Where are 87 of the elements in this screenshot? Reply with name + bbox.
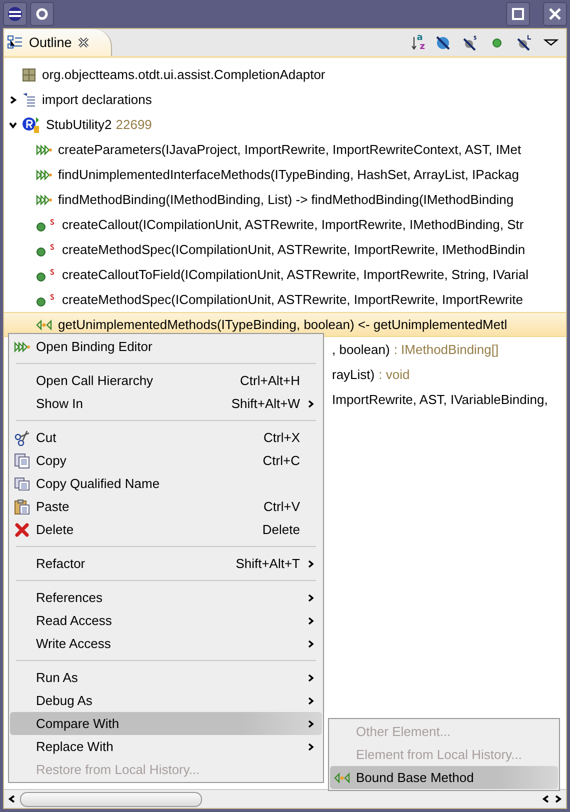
menu-item[interactable]: Copy Ctrl+C <box>10 449 322 472</box>
tree-item-label: getUnimplementedMethods(ITypeBinding, boolean) <- getUnimplementedMetl <box>57 317 508 332</box>
tree-item-label: org.objectteams.otdt.ui.assist.CompletionAdaptor <box>41 67 326 82</box>
copy-icon <box>14 476 30 492</box>
tree-row[interactable]: createCallout(ICompilationUnit, ASTRewrite, ImportRewrite, IMethodBinding, Str <box>4 212 566 237</box>
tree-row[interactable]: import declarations <box>4 87 566 112</box>
tree-item-detail: 22699 <box>116 117 152 132</box>
clipboard-icon <box>14 498 30 514</box>
hide-fields-icon[interactable] <box>434 34 452 52</box>
ring-icon <box>35 7 49 21</box>
triple-arrow-icon <box>36 144 52 156</box>
tree-item-label: ImportRewrite, AST, IVariableBinding, <box>331 392 548 407</box>
tree-item-label: createMethodSpec(ICompilationUnit, ASTRewrite, ImportRewrite, IMethodBindin <box>61 242 526 257</box>
tree-row[interactable]: rayList) : void <box>328 362 566 387</box>
maximize-icon <box>511 7 525 21</box>
tree-item-label: createCallout(ICompilationUnit, ASTRewrite, ImportRewrite, IMethodBinding, Str <box>61 217 524 232</box>
close-icon <box>548 7 562 21</box>
delete-icon <box>14 522 30 538</box>
tree-row[interactable]: ImportRewrite, AST, IVariableBinding, <box>328 387 566 412</box>
tree-item-label: findMethodBinding(IMethodBinding, List) -> findMethodBinding(IMethodBinding <box>57 192 514 207</box>
scrollbar-thumb[interactable] <box>20 792 202 806</box>
scroll-right-icon[interactable] <box>554 795 562 803</box>
tree-item-label: , boolean) <box>331 342 390 357</box>
menu-item[interactable]: Bound Base Method <box>330 766 558 789</box>
scroll-left-icon[interactable] <box>8 795 16 803</box>
menu-item[interactable]: Run As <box>10 666 322 689</box>
left-arrows-icon <box>36 318 52 330</box>
tree-row[interactable]: , boolean) : IMethodBinding[] <box>328 337 566 362</box>
tree-item-label: import declarations <box>41 92 152 107</box>
hide-local-icon[interactable] <box>515 34 533 52</box>
tree-row[interactable]: findMethodBinding(IMethodBinding, List) -> findMethodBinding(IMethodBinding <box>4 187 566 212</box>
window-menu-button[interactable] <box>3 2 27 26</box>
menu-item[interactable]: Paste Ctrl+V <box>10 495 322 518</box>
menu-item[interactable]: Cut Ctrl+X <box>10 426 322 449</box>
outline-tab[interactable]: Outline <box>4 29 112 56</box>
tree-item-label: createParameters(IJavaProject, ImportRewrite, ImportRewriteContext, AST, IMet <box>57 142 522 157</box>
tree-row[interactable]: createParameters(IJavaProject, ImportRewrite, ImportRewriteContext, AST, IMet <box>4 137 566 162</box>
outline-icon <box>7 34 23 50</box>
scissors-icon <box>14 430 30 446</box>
triple-arrow-icon <box>36 168 52 180</box>
pin-button[interactable] <box>30 2 54 26</box>
tree-item-detail: : IMethodBinding[] <box>394 342 499 357</box>
static-method-icon <box>36 242 56 256</box>
menu-item[interactable]: Replace With <box>10 735 322 758</box>
tree-row[interactable]: createCalloutToField(ICompilationUnit, ASTRewrite, ImportRewrite, String, IVarial <box>4 262 566 287</box>
menu-item[interactable]: Refactor Shift+Alt+T <box>10 552 322 575</box>
menu-item[interactable]: Delete Delete <box>10 518 322 541</box>
scroll-left-icon[interactable] <box>542 795 550 803</box>
static-method-icon <box>36 218 56 232</box>
menu-item[interactable]: Write Access <box>10 632 322 655</box>
menu-item[interactable]: Open Binding Editor <box>10 335 322 358</box>
tree-row[interactable]: StubUtility2 22699 <box>4 112 566 137</box>
menu-item[interactable]: Show In Shift+Alt+W <box>10 392 322 415</box>
menu-item[interactable]: Copy Qualified Name <box>10 472 322 495</box>
copy-icon <box>14 452 30 468</box>
sort-button[interactable]: a z <box>410 34 425 52</box>
globe-icon <box>7 6 23 22</box>
close-icon[interactable] <box>78 37 89 48</box>
tree-row[interactable]: getUnimplementedMethods(ITypeBinding, boolean) <- getUnimplementedMetl <box>4 312 566 337</box>
menu-item[interactable]: Read Access <box>10 609 322 632</box>
tab-label: Outline <box>29 35 72 50</box>
import-list-icon <box>22 92 36 106</box>
triple-arrow-icon <box>36 194 52 206</box>
tree-item-label: createMethodSpec(ICompilationUnit, ASTRewrite, ImportRewrite, ImportRewrite <box>61 292 523 307</box>
role-class-icon <box>22 116 40 132</box>
tree-item-label: findUnimplementedInterfaceMethods(ITypeBinding, HashSet, ArrayList, IPackag <box>57 167 520 182</box>
menu-item[interactable]: Open Call Hierarchy Ctrl+Alt+H <box>10 369 322 392</box>
maximize-button[interactable] <box>506 2 530 26</box>
tree-row[interactable]: findUnimplementedInterfaceMethods(ITypeBinding, HashSet, ArrayList, IPackag <box>4 162 566 187</box>
triple-arrow-icon <box>14 340 30 352</box>
hide-static-icon[interactable] <box>461 34 479 52</box>
menu-item[interactable]: Compare With <box>10 712 322 735</box>
tree-item-detail: : void <box>378 367 410 382</box>
tree-row[interactable]: createMethodSpec(ICompilationUnit, ASTRewrite, ImportRewrite, IMethodBindin <box>4 237 566 262</box>
menu-item[interactable]: References <box>10 586 322 609</box>
left-arrows-icon <box>334 772 350 784</box>
tree-item-label: createCalloutToField(ICompilationUnit, ASTRewrite, ImportRewrite, String, IVarial <box>61 267 528 282</box>
package-icon <box>22 68 36 82</box>
static-method-icon <box>36 268 56 282</box>
close-button[interactable] <box>543 2 567 26</box>
tree-row[interactable]: createMethodSpec(ICompilationUnit, ASTRewrite, ImportRewrite, ImportRewrite <box>4 287 566 312</box>
down-arrow-icon <box>410 34 417 50</box>
tree-item-label: rayList) <box>331 367 375 382</box>
tree-item-label: StubUtility2 <box>45 117 112 132</box>
static-method-icon <box>36 292 56 306</box>
menu-item[interactable]: Debug As <box>10 689 322 712</box>
tree-row[interactable]: org.objectteams.otdt.ui.assist.CompletionAdaptor <box>4 62 566 87</box>
